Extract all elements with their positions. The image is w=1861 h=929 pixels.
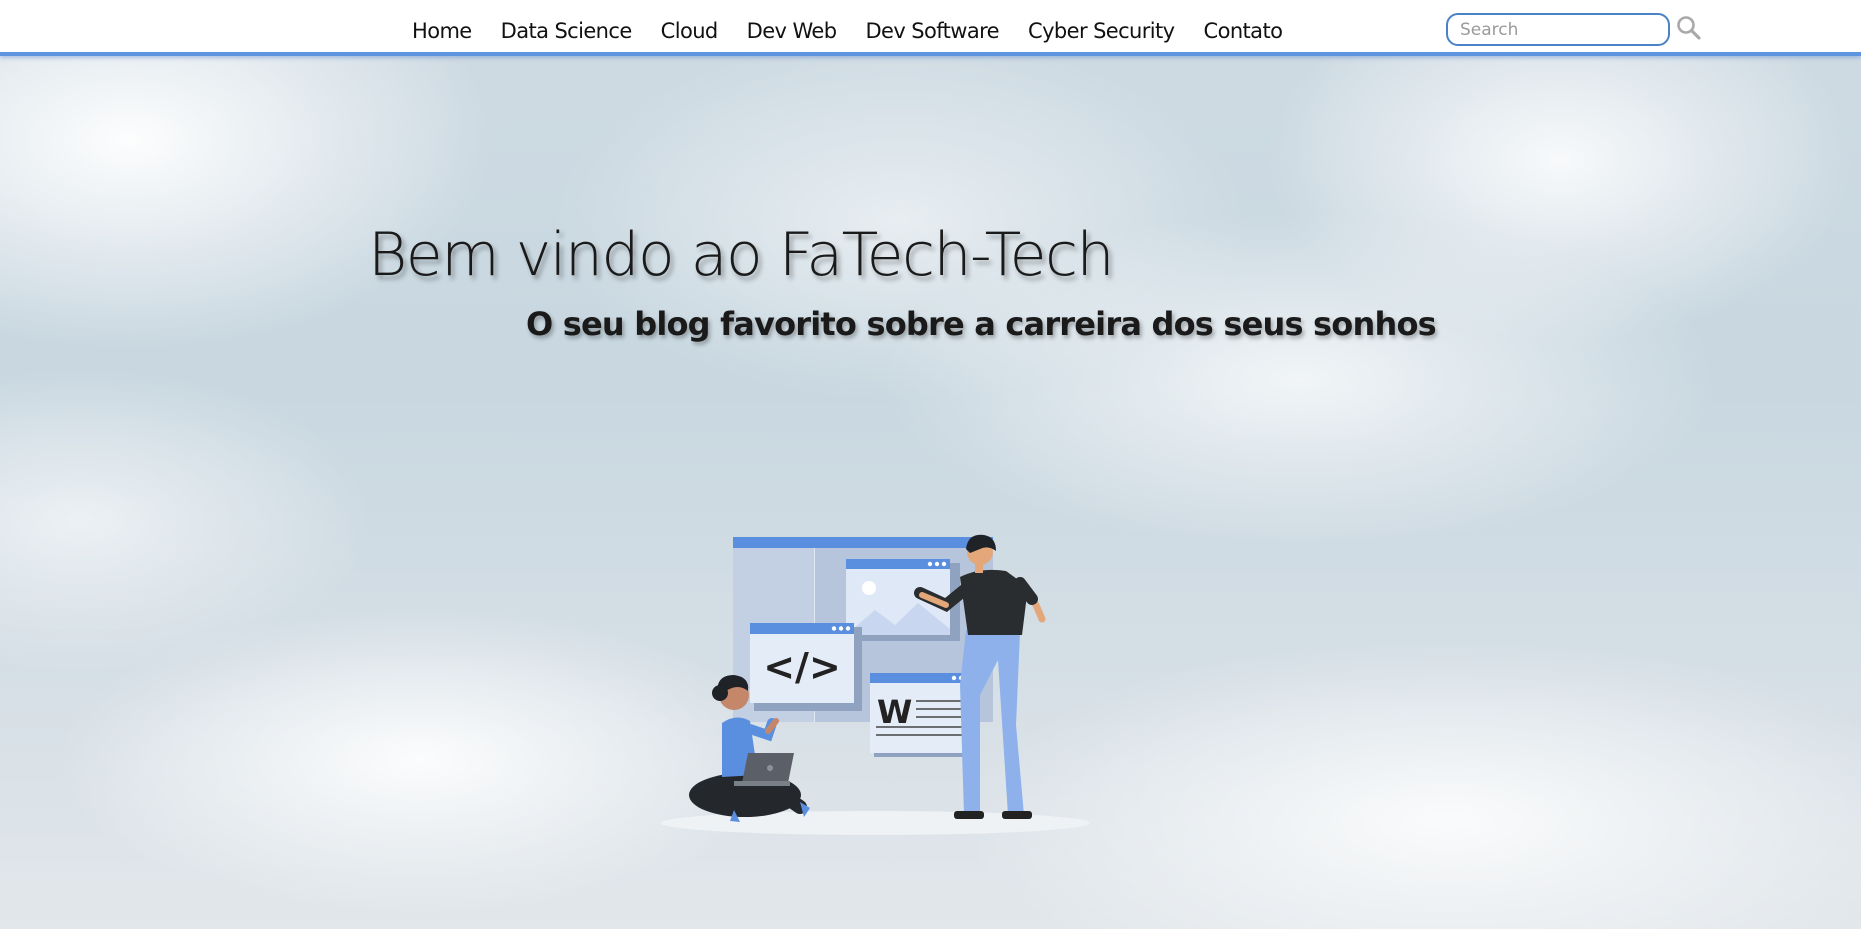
search-icon[interactable]	[1675, 14, 1703, 42]
nav-item-contato[interactable]: Contato	[1204, 19, 1283, 43]
code-window: </>	[750, 623, 862, 711]
search-input[interactable]	[1446, 13, 1670, 46]
code-symbol-text: </>	[763, 645, 841, 689]
hero-title: Bem vindo ao FaTech-Tech	[368, 220, 1115, 290]
nav-item-dev-software[interactable]: Dev Software	[865, 19, 999, 43]
doc-letter-text: W	[877, 693, 912, 731]
nav-item-dev-web[interactable]: Dev Web	[747, 19, 837, 43]
nav-item-cloud[interactable]: Cloud	[661, 19, 719, 43]
nav-item-cyber-security[interactable]: Cyber Security	[1028, 19, 1175, 43]
hero-illustration: </> W	[650, 525, 1100, 845]
nav-item-data-science[interactable]: Data Science	[501, 19, 633, 43]
top-navbar: Home Data Science Cloud Dev Web Dev Soft…	[0, 0, 1861, 56]
nav-links: Home Data Science Cloud Dev Web Dev Soft…	[412, 19, 1311, 43]
hero-subtitle: O seu blog favorito sobre a carreira dos…	[526, 305, 1437, 343]
nav-item-home[interactable]: Home	[412, 19, 472, 43]
